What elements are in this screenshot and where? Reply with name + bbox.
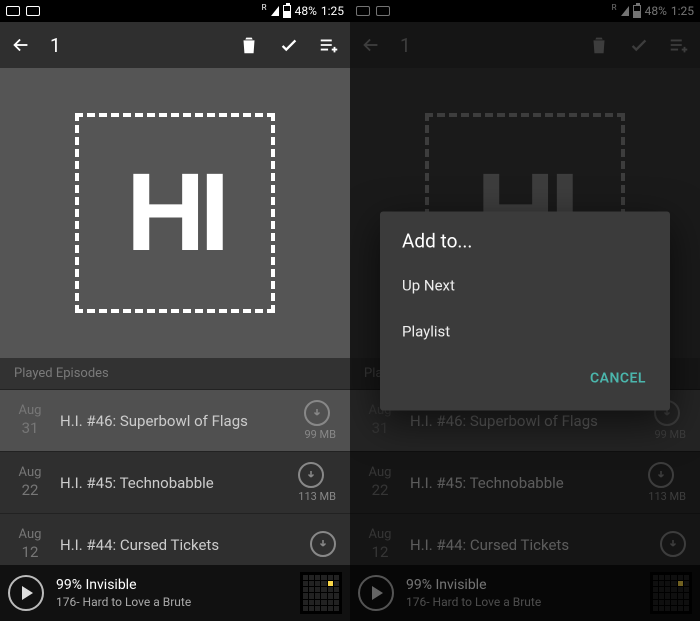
selection-action-bar: 1	[0, 22, 350, 68]
dialog-title: Add to...	[380, 229, 670, 262]
signal-icon	[271, 6, 279, 16]
add-to-dialog: Add to... Up Next Playlist CANCEL	[380, 211, 670, 410]
net-indicator: R	[262, 3, 267, 12]
episode-size: 99 MB	[304, 428, 336, 441]
add-to-playlist-icon[interactable]	[318, 34, 340, 56]
back-icon[interactable]	[10, 34, 32, 56]
notif-icon	[6, 6, 20, 16]
podcast-hero: HI	[0, 68, 350, 358]
dialog-option-playlist[interactable]: Playlist	[380, 308, 670, 354]
episode-title: H.I. #46: Superbowl of Flags	[60, 412, 294, 430]
battery-pct: 48%	[295, 4, 317, 18]
cancel-button[interactable]: CANCEL	[580, 362, 656, 394]
episode-row[interactable]: Aug 22 H.I. #45: Technobabble 113 MB	[0, 451, 350, 513]
download-button[interactable]	[310, 531, 336, 559]
episode-list: Aug 31 H.I. #46: Superbowl of Flags 99 M…	[0, 389, 350, 575]
section-header-played: Played Episodes	[0, 358, 350, 389]
status-bar: R 48% 1:25	[0, 0, 350, 22]
download-button[interactable]: 113 MB	[298, 462, 336, 503]
podcast-logo-text: HI	[126, 158, 224, 268]
play-button[interactable]	[8, 575, 44, 611]
now-playing-text: 99% Invisible 176- Hard to Love a Brute	[56, 577, 191, 609]
dialog-option-up-next[interactable]: Up Next	[380, 262, 670, 308]
now-playing-show: 99% Invisible	[56, 577, 191, 593]
check-icon[interactable]	[278, 34, 300, 56]
podcast-artwork: HI	[75, 113, 275, 313]
battery-icon	[283, 5, 291, 18]
selection-count: 1	[50, 34, 61, 57]
download-icon	[298, 462, 324, 488]
download-icon	[310, 531, 336, 557]
episode-date: Aug 22	[10, 465, 50, 500]
now-playing-artwork	[300, 572, 342, 614]
phone-left: R 48% 1:25 1 HI	[0, 0, 350, 621]
episode-date: Aug 12	[10, 527, 50, 562]
now-playing-bar[interactable]: 99% Invisible 176- Hard to Love a Brute	[0, 565, 350, 621]
phone-right: R 48% 1:25 1 HI	[350, 0, 700, 621]
play-icon	[22, 586, 33, 600]
episode-title: H.I. #44: Cursed Tickets	[60, 536, 300, 554]
episode-date: Aug 31	[10, 403, 50, 438]
episode-row[interactable]: Aug 31 H.I. #46: Superbowl of Flags 99 M…	[0, 389, 350, 451]
episode-title: H.I. #45: Technobabble	[60, 474, 288, 492]
download-button[interactable]: 99 MB	[304, 400, 336, 441]
notif-icon	[26, 6, 40, 16]
trash-icon[interactable]	[238, 34, 260, 56]
download-icon	[304, 400, 330, 426]
clock: 1:25	[321, 4, 344, 18]
episode-size: 113 MB	[298, 490, 336, 503]
now-playing-episode: 176- Hard to Love a Brute	[56, 595, 191, 609]
